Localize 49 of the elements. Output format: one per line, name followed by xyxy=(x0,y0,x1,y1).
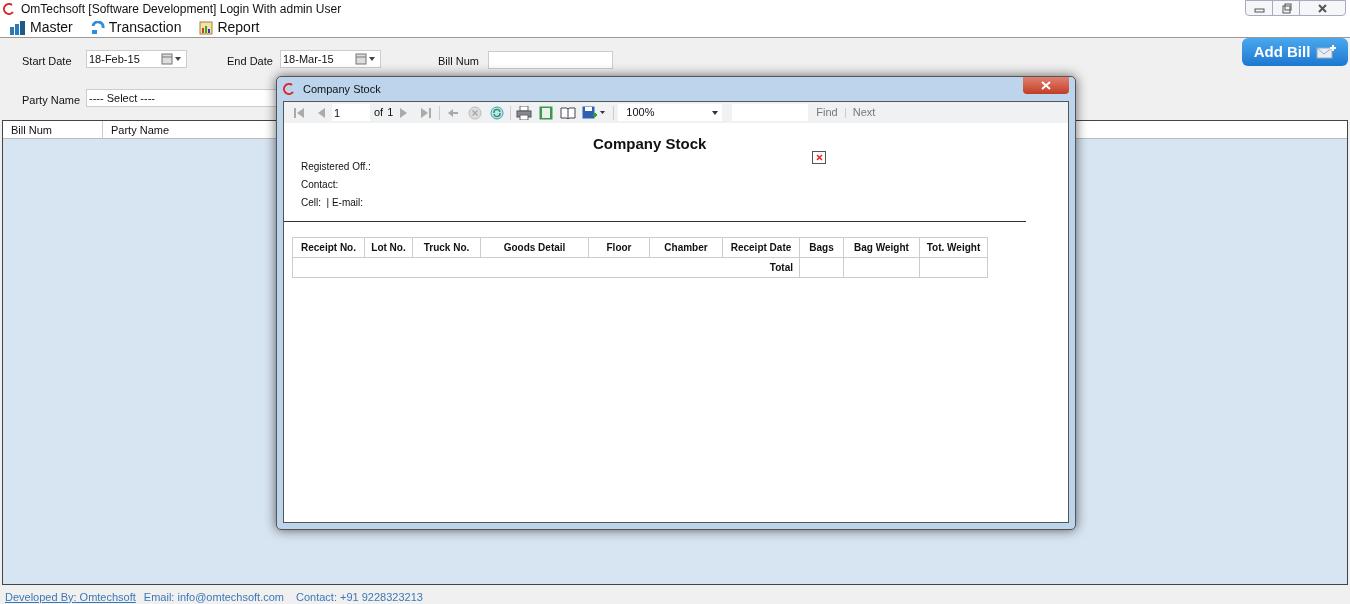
column-header: Tot. Weight xyxy=(919,237,988,258)
close-icon xyxy=(1040,81,1052,90)
close-button[interactable] xyxy=(1023,77,1069,94)
contact-text: Contact: +91 9228323213 xyxy=(296,589,423,604)
column-header: Truck No. xyxy=(412,237,481,258)
zoom-dropdown[interactable]: 100% xyxy=(618,104,723,121)
report-chart-icon xyxy=(199,20,214,35)
report-info-text: Contact: xyxy=(301,178,340,192)
dialog-title: Company Stock xyxy=(303,81,381,97)
calendar-icon xyxy=(355,53,377,65)
envelope-icon xyxy=(1316,45,1337,59)
of-label: of xyxy=(374,105,384,121)
column-header: Receipt Date xyxy=(722,237,800,258)
find-button[interactable]: Find xyxy=(816,104,838,121)
broken-image-icon xyxy=(812,151,826,164)
column-header: Floor xyxy=(588,237,650,258)
caret-icon xyxy=(712,110,719,115)
column-header: Chamber xyxy=(649,237,723,258)
column-header: Goods Detail xyxy=(480,237,589,258)
bar-chart-icon xyxy=(10,20,26,35)
date-picker[interactable]: 18-Feb-15 xyxy=(86,50,187,68)
field-label: End Date xyxy=(227,54,273,69)
column-header: Lot No. xyxy=(364,237,413,258)
window-title: OmTechsoft [Software Development] Login With admin User xyxy=(21,1,342,18)
report-info-text: Registered Off.: xyxy=(301,160,371,174)
next-button[interactable]: Next xyxy=(852,104,876,121)
date-picker[interactable]: 18-Mar-15 xyxy=(280,50,381,68)
column-header: Bag Weight xyxy=(843,237,920,258)
page-number-field[interactable]: 1 xyxy=(332,104,370,121)
field-label: Party Name xyxy=(22,93,81,108)
bill-number-field[interactable] xyxy=(488,51,613,69)
page-count: 1 xyxy=(387,105,394,121)
app-logo-icon xyxy=(283,83,295,95)
report-title: Company Stock xyxy=(593,134,707,154)
total-label: Total xyxy=(292,257,800,278)
developer-link[interactable]: Developed By: Omtechsoft xyxy=(5,588,136,604)
field-label: Bill Num xyxy=(438,54,479,69)
email-text: Email: info@omtechsoft.com xyxy=(143,589,284,604)
column-header: Bags xyxy=(799,237,844,258)
report-info-text: Cell: | E-mail: xyxy=(301,196,365,210)
calendar-icon xyxy=(161,53,183,65)
menu-item[interactable]: Master xyxy=(10,17,73,38)
menu-item[interactable]: Transaction xyxy=(90,17,182,38)
menu-item[interactable]: Report xyxy=(199,17,260,38)
column-header[interactable]: Bill Num xyxy=(3,121,103,138)
field-label: Start Date xyxy=(22,54,72,69)
app-logo-icon xyxy=(3,3,15,15)
column-header: Receipt No. xyxy=(292,237,365,258)
close-icon xyxy=(1315,2,1330,14)
